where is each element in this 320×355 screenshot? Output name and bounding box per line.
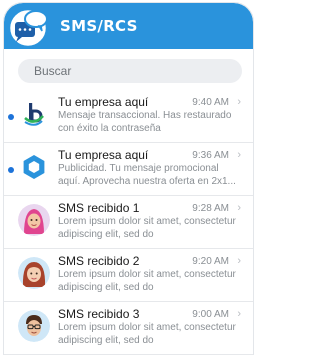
message-item[interactable]: SMS recibido 1 9:28 AM › Lorem ipsum dol…	[4, 197, 253, 249]
message-sender: Tu empresa aquí	[58, 95, 149, 109]
message-preview: Mensaje transaccional. Has restaurado co…	[58, 110, 232, 134]
message-sender: Tu empresa aquí	[58, 148, 149, 162]
message-time: 9:36 AM	[192, 150, 229, 161]
message-preview: Publicidad. Tu mensaje promocional aquí.…	[58, 163, 236, 187]
message-sender: SMS recibido 2	[58, 254, 140, 268]
message-time: 9:28 AM	[192, 203, 229, 214]
unread-indicator	[8, 114, 14, 120]
avatar-man-glasses-icon	[18, 310, 50, 342]
search-input[interactable]	[18, 59, 242, 83]
unread-indicator	[8, 167, 14, 173]
message-item[interactable]: SMS recibido 2 9:20 AM › Lorem ipsum dol…	[4, 250, 253, 302]
brand-b-logo-icon	[18, 98, 50, 130]
phone-frame: SMS/RCS Tu empresa aquí 9:40 AM › Mensaj…	[3, 2, 254, 355]
message-time: 9:00 AM	[192, 309, 229, 320]
message-item[interactable]: Tu empresa aquí 9:36 AM › Publicidad. Tu…	[4, 144, 253, 196]
chevron-right-icon: ›	[237, 308, 241, 320]
message-item[interactable]: Tu empresa aquí 9:40 AM › Mensaje transa…	[4, 91, 253, 143]
chevron-right-icon: ›	[237, 202, 241, 214]
message-sender: SMS recibido 3	[58, 307, 140, 321]
brand-hexagon-logo-icon	[18, 151, 50, 183]
chevron-right-icon: ›	[237, 149, 241, 161]
chat-bubbles-icon	[6, 6, 50, 50]
message-item[interactable]: SMS recibido 3 9:00 AM › Lorem ipsum dol…	[4, 303, 253, 355]
message-preview: Lorem ipsum dolor sit amet, consectetur …	[58, 322, 236, 346]
message-sender: SMS recibido 1	[58, 201, 140, 215]
app-title: SMS/RCS	[60, 17, 138, 35]
message-time: 9:40 AM	[192, 97, 229, 108]
avatar-woman-red-hair-icon	[18, 257, 50, 289]
chevron-right-icon: ›	[237, 255, 241, 267]
avatar-woman-hijab-icon	[18, 204, 50, 236]
message-preview: Lorem ipsum dolor sit amet, consectetur …	[58, 216, 236, 240]
search-bar[interactable]	[18, 59, 242, 83]
message-preview: Lorem ipsum dolor sit amet, consectetur …	[58, 269, 236, 293]
chevron-right-icon: ›	[237, 96, 241, 108]
message-time: 9:20 AM	[192, 256, 229, 267]
